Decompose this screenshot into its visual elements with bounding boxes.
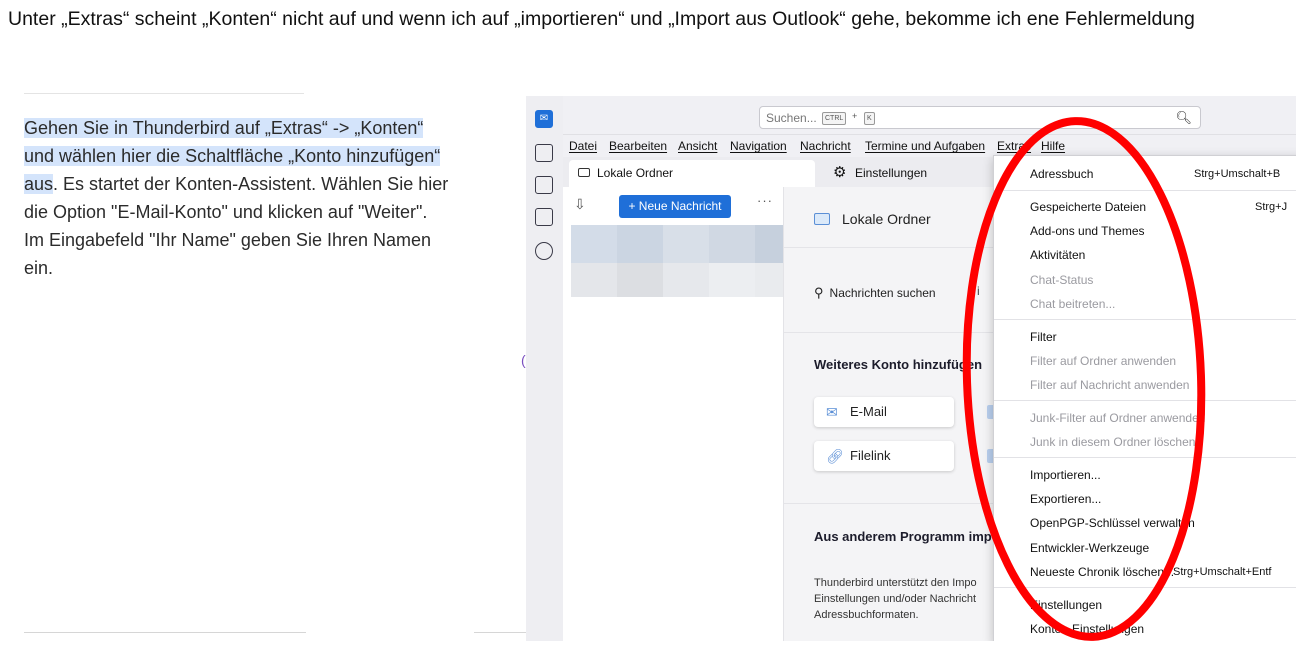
email-label: E-Mail [850, 404, 887, 419]
email-account-button[interactable]: ✉ E-Mail [814, 397, 954, 427]
help-excerpt: Gehen Sie in Thunderbird auf „Extras“ ->… [24, 114, 514, 282]
mail-space-icon[interactable]: ✉ [535, 110, 553, 128]
excerpt-bottom-rule-2 [474, 632, 526, 633]
tab-local-folders-label: Lokale Ordner [597, 166, 674, 180]
post-caption: Unter „Extras“ scheint „Konten“ nicht au… [8, 8, 1195, 30]
new-message-button[interactable]: + Neue Nachricht [619, 195, 731, 218]
filelink-label: Filelink [850, 448, 891, 463]
cropped-glyph: ( [521, 352, 526, 368]
search-messages-link[interactable]: ⚲ Nachrichten suchen [814, 285, 936, 301]
blurred-folder-tile [755, 225, 783, 263]
help-line-3b: . Es startet der Konten-Assistent. Wähle… [53, 174, 449, 194]
tasks-space-icon[interactable] [535, 208, 553, 226]
search-messages-label: Nachrichten suchen [829, 286, 936, 300]
search-placeholder: Suchen... [766, 111, 817, 125]
menu-navigation[interactable]: Navigation [730, 139, 787, 153]
menu-nachricht[interactable]: Nachricht [800, 139, 851, 153]
gear-icon: ⚙ [833, 164, 847, 181]
menu-bearbeiten[interactable]: Bearbeiten [609, 139, 667, 153]
calendar-space-icon[interactable] [535, 176, 553, 194]
addressbook-space-icon[interactable] [535, 144, 553, 162]
tab-settings-label: Einstellungen [855, 166, 928, 180]
blurred-folder-tile [617, 225, 663, 263]
filelink-button[interactable]: 🔗︎ Filelink [814, 441, 954, 471]
red-ellipse-annotation [962, 117, 1206, 641]
chat-space-icon[interactable] [535, 242, 553, 260]
folder-icon [814, 213, 830, 225]
folder-title-label: Lokale Ordner [842, 211, 931, 227]
blurred-folder-tile [571, 225, 617, 263]
more-options-icon[interactable]: ··· [757, 193, 773, 208]
blurred-folder-tile [617, 263, 663, 297]
help-line-5: Im Eingabefeld "Ihr Name" geben Sie Ihre… [24, 230, 432, 250]
kbd-ctrl: CTRL [822, 112, 847, 125]
folder-title: Lokale Ordner [814, 211, 931, 227]
get-messages-icon[interactable]: ⇩ [574, 196, 586, 213]
annotation-ellipse [962, 117, 1206, 641]
blurred-folder-tile [663, 225, 709, 263]
blurred-folder-tile [663, 263, 709, 297]
blurred-folder-tile [709, 225, 755, 263]
help-line-1: Gehen Sie in Thunderbird auf „Extras“ ->… [24, 118, 424, 138]
blurred-folder-tile [709, 263, 755, 297]
spaces-toolbar: ✉ [526, 96, 563, 641]
blurred-folder-tile [755, 263, 783, 297]
folder-pane: ⇩ + Neue Nachricht ··· [563, 187, 784, 641]
help-line-6: ein. [24, 258, 54, 278]
help-line-4: die Option "E-Mail-Konto" und klicken au… [24, 202, 428, 222]
excerpt-bottom-rule [24, 632, 306, 633]
tab-local-folders[interactable]: Lokale Ordner [569, 160, 815, 187]
search-icon: ⚲ [814, 285, 824, 300]
help-line-2: und wählen hier die Schaltfläche „Konto … [24, 146, 441, 166]
menu-datei[interactable]: Datei [569, 139, 597, 153]
excerpt-top-rule [24, 93, 304, 94]
shortcut-saved-files: Strg+J [1255, 201, 1288, 213]
help-line-3a: aus [24, 174, 54, 194]
kbd-plus: + [852, 111, 858, 121]
kbd-k: K [864, 112, 875, 125]
blurred-folder-tile [571, 263, 617, 297]
menu-ansicht[interactable]: Ansicht [678, 139, 717, 153]
folder-icon [578, 168, 590, 177]
add-account-heading: Weiteres Konto hinzufügen [814, 357, 983, 372]
link-icon: 🔗︎ [826, 448, 844, 464]
envelope-icon: ✉ [826, 404, 838, 420]
